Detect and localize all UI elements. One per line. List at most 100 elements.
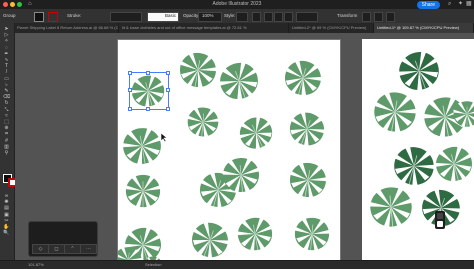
zoom-level[interactable]: 101.87% (28, 262, 44, 267)
width-icon[interactable]: ≈ (2, 113, 11, 119)
eyedropper-icon[interactable]: ⚲ (2, 150, 11, 156)
leaf-object[interactable] (372, 89, 418, 140)
search-icon[interactable]: ⌕ (448, 1, 454, 7)
monstera-leaf-icon[interactable] (288, 160, 328, 200)
mini-panel-toggle[interactable] (435, 211, 445, 229)
fill-swatch[interactable] (34, 12, 44, 22)
monstera-leaf-icon[interactable] (368, 184, 414, 230)
selection-icon[interactable]: ➤ (2, 26, 11, 32)
leaf-object[interactable] (236, 215, 274, 258)
selection-handle[interactable] (128, 107, 132, 111)
align-right-button[interactable] (284, 12, 293, 22)
selection-handle[interactable] (166, 71, 170, 75)
leaf-object[interactable] (221, 155, 261, 200)
type-icon[interactable]: T (2, 63, 11, 69)
monstera-leaf-icon[interactable] (392, 144, 436, 188)
selection-handle[interactable] (166, 88, 170, 92)
recolor-button[interactable]: ⌃ (64, 244, 81, 254)
direct-selection-icon[interactable]: ▷ (2, 32, 11, 38)
selection-handle[interactable] (146, 71, 150, 75)
pen-icon[interactable]: ✒ (2, 51, 11, 57)
monstera-leaf-icon[interactable] (238, 115, 274, 151)
monstera-leaf-icon[interactable] (190, 220, 230, 260)
perspective-icon[interactable]: ⌗ (2, 131, 11, 137)
selection-handle[interactable] (166, 107, 170, 111)
align-to-dropdown[interactable] (296, 12, 318, 22)
scale-icon[interactable]: ⤡ (2, 107, 11, 113)
leaf-object[interactable] (452, 99, 474, 134)
tab-clothbles-templates[interactable]: lit & iusse clothbles and out of office … (119, 23, 289, 33)
leaf-object[interactable] (186, 105, 220, 144)
selection-bounding-box[interactable] (128, 71, 170, 111)
artboard-icon[interactable]: ▣ (2, 212, 11, 218)
rotate-icon[interactable]: ↻ (2, 100, 11, 106)
leaf-object[interactable] (283, 58, 323, 103)
monstera-leaf-icon[interactable] (452, 99, 474, 129)
leaf-object[interactable] (238, 115, 274, 156)
transform-button[interactable]: Transform (337, 12, 357, 20)
monstera-leaf-icon[interactable] (178, 50, 218, 90)
zoom-icon[interactable]: 🔍 (2, 230, 11, 236)
monstera-leaf-icon[interactable] (236, 215, 274, 253)
leaf-object[interactable] (368, 184, 414, 235)
monstera-leaf-icon[interactable] (218, 60, 260, 102)
monstera-leaf-icon[interactable] (124, 172, 162, 210)
paintbrush-icon[interactable]: ♭ (2, 82, 11, 88)
monstera-leaf-icon[interactable] (434, 144, 474, 184)
magic-wand-icon[interactable]: ✧ (2, 38, 11, 44)
leaf-object[interactable] (190, 220, 230, 261)
discover-icon[interactable]: ✦ (458, 1, 464, 7)
monstera-leaf-icon[interactable] (221, 155, 261, 195)
leaf-object[interactable] (124, 172, 162, 215)
pencil-icon[interactable]: ✎ (2, 88, 11, 94)
monstera-leaf-icon[interactable] (288, 110, 326, 148)
stroke-weight-field[interactable] (110, 12, 142, 22)
selection-handle[interactable] (128, 71, 132, 75)
eraser-icon[interactable]: ⌫ (2, 94, 11, 100)
monstera-leaf-icon[interactable] (186, 105, 220, 139)
mesh-icon[interactable]: # (2, 138, 11, 144)
leaf-object[interactable] (293, 215, 331, 258)
arrange-button[interactable]: ◻ (48, 244, 65, 254)
blend-icon[interactable]: ∞ (2, 193, 11, 199)
artboard-2[interactable] (362, 39, 474, 262)
share-button[interactable]: Share (416, 1, 440, 9)
symbol-sprayer-icon[interactable]: ✺ (2, 199, 11, 205)
slice-icon[interactable]: ✂ (2, 218, 11, 224)
monstera-leaf-icon[interactable] (121, 125, 163, 167)
arrange-button[interactable] (374, 12, 383, 22)
isolate-group-button[interactable] (362, 12, 371, 22)
more-options-button[interactable]: ⋯ (80, 244, 97, 254)
monstera-leaf-icon[interactable] (283, 58, 323, 98)
curvature-icon[interactable]: ∿ (2, 57, 11, 63)
tab-untitled-2[interactable]: Untitled-2* @ 69 % (CMYK/CPU Preview) (289, 23, 374, 33)
leaf-object[interactable] (218, 60, 260, 107)
free-transform-icon[interactable]: ⬚ (2, 119, 11, 125)
graph-icon[interactable]: ▤ (2, 205, 11, 211)
line-icon[interactable]: / (2, 69, 11, 75)
tab-planet-shipping-label[interactable]: Planet Shipping Label 8 Return Address.a… (14, 23, 119, 33)
workspace-icon[interactable]: ▦ (466, 1, 472, 7)
align-center-button[interactable] (274, 12, 283, 22)
leaf-object[interactable] (288, 110, 326, 153)
monstera-leaf-icon[interactable] (293, 215, 331, 253)
rectangle-icon[interactable]: ▭ (2, 76, 11, 82)
ungroup-button[interactable]: ◇ (32, 244, 49, 254)
graphic-style-dropdown[interactable] (236, 12, 248, 22)
align-left-button[interactable] (264, 12, 273, 22)
monstera-leaf-icon[interactable] (372, 89, 418, 135)
selection-handle[interactable] (146, 107, 150, 111)
lasso-icon[interactable]: ◌ (2, 45, 11, 51)
recolor-button[interactable] (252, 12, 261, 22)
leaf-object[interactable] (288, 160, 328, 205)
stroke-swatch[interactable] (48, 12, 58, 22)
leaf-object[interactable] (434, 144, 474, 189)
leaf-object[interactable] (121, 125, 163, 172)
panel-menu-button[interactable] (386, 12, 395, 22)
leaf-object[interactable] (178, 50, 218, 95)
shape-builder-icon[interactable]: ⊕ (2, 125, 11, 131)
gradient-icon[interactable]: ▥ (2, 144, 11, 150)
selection-handle[interactable] (128, 88, 132, 92)
monstera-leaf-icon[interactable] (397, 49, 441, 93)
tab-untitled-1[interactable]: Untitled-1* @ 109.87 % (CMYK/CPU Preview… (374, 23, 474, 33)
